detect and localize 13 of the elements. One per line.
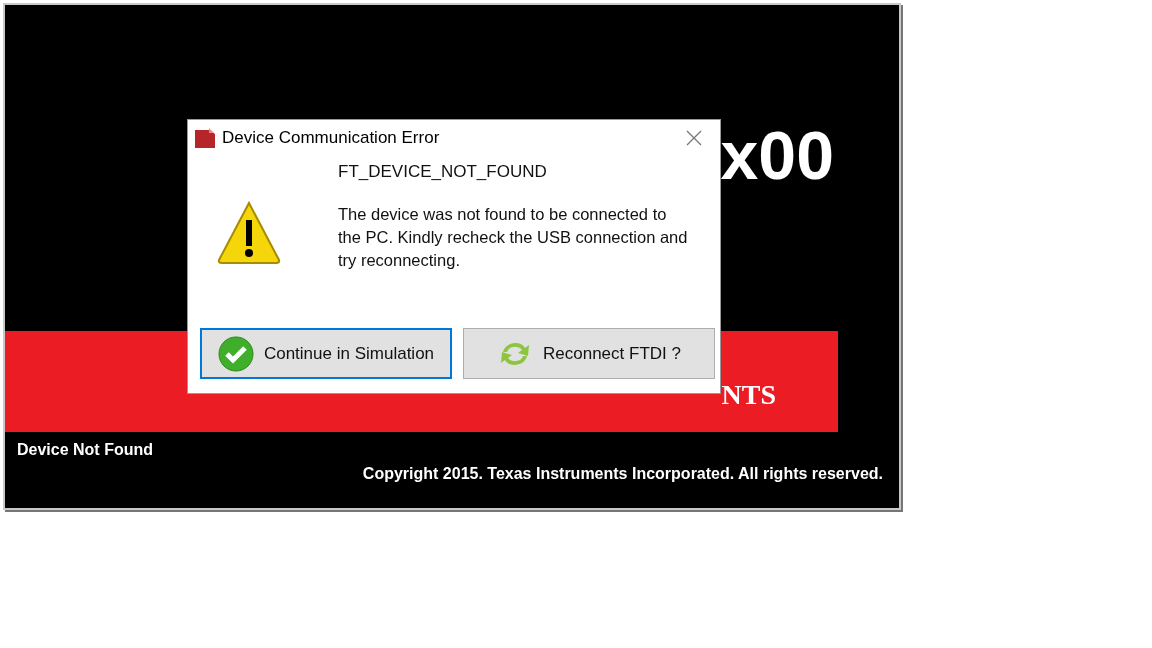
dialog-title: Device Communication Error bbox=[222, 128, 441, 148]
app-icon bbox=[194, 127, 216, 149]
warning-icon bbox=[216, 200, 282, 266]
dialog-button[interactable]: Continue in Simulation bbox=[200, 328, 452, 379]
error-message: The device was not found to be connected to the PC. Kindly recheck the USB connection and try reconnecting. bbox=[338, 204, 688, 271]
dialog-button[interactable]: Reconnect FTDI ? bbox=[463, 328, 715, 379]
copyright-text: Copyright 2015. Texas Instruments Incorporated. All rights reserved. bbox=[362, 465, 883, 483]
status-text: Device Not Found bbox=[17, 441, 153, 459]
error-code: FT_DEVICE_NOT_FOUND bbox=[338, 162, 548, 182]
company-logo-text: NTS bbox=[721, 378, 776, 411]
product-title: x00 bbox=[720, 121, 834, 189]
close-icon[interactable] bbox=[686, 130, 702, 146]
check-icon bbox=[217, 335, 254, 372]
